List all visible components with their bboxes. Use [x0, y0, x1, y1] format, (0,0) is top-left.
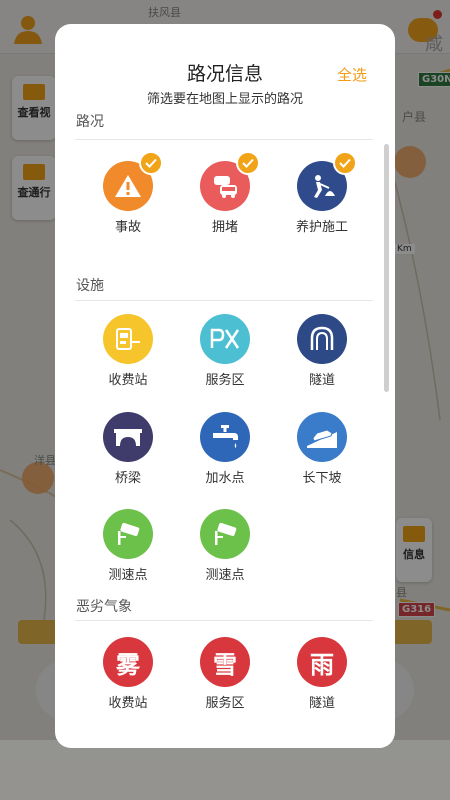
filter-item-label: 隧道	[308, 696, 335, 711]
filter-item-label: 收费站	[108, 373, 148, 388]
filter-item-label: 服务区	[205, 696, 245, 711]
snow-glyph: 雪	[213, 649, 237, 679]
dialog-subtitle: 筛选要在地图上显示的路况	[146, 92, 303, 107]
filter-item-service-area[interactable]: 服务区	[175, 314, 275, 390]
rain-icon: 雨	[297, 637, 347, 687]
toll-station-icon	[103, 314, 153, 364]
filter-item-tunnel[interactable]: 隧道	[272, 314, 372, 390]
filter-item-label: 测速点	[205, 568, 245, 583]
filter-item-long-downhill[interactable]: 长下坡	[272, 412, 372, 488]
water-tap-icon	[200, 412, 250, 462]
filter-item-label: 养护施工	[295, 220, 348, 235]
speed-camera-icon	[103, 509, 153, 559]
select-all-button[interactable]: 全选	[337, 65, 367, 85]
road-info-dialog: 路况信息 全选 筛选要在地图上显示的路况 路况 事故 拥堵 养护施工 设施 收费…	[55, 24, 395, 748]
filter-item-rain[interactable]: 雨 隧道	[272, 637, 372, 713]
service-area-icon	[200, 314, 250, 364]
section-title-severe-weather: 恶劣气象	[76, 599, 132, 615]
filter-item-label: 收费站	[108, 696, 148, 711]
traffic-jam-icon	[200, 151, 260, 211]
filter-item-label: 长下坡	[302, 471, 342, 486]
filter-item-speed-camera[interactable]: 测速点	[175, 509, 275, 585]
filter-item-label: 服务区	[205, 373, 245, 388]
checkmark-icon	[333, 151, 357, 175]
filter-item-label: 隧道	[308, 373, 335, 388]
filter-item-accident[interactable]: 事故	[78, 151, 178, 237]
fog-icon: 雾	[103, 637, 153, 687]
divider	[75, 620, 373, 621]
road-construction-icon	[297, 151, 357, 211]
tunnel-icon	[297, 314, 347, 364]
section-title-facilities: 设施	[76, 278, 104, 294]
filter-item-toll-station[interactable]: 收费站	[78, 314, 178, 390]
filter-item-label: 事故	[114, 220, 141, 235]
filter-item-construction[interactable]: 养护施工	[272, 151, 372, 237]
filter-item-label: 桥梁	[114, 471, 141, 486]
checkmark-icon	[139, 151, 163, 175]
accident-warning-icon	[103, 151, 163, 211]
fog-glyph: 雾	[116, 649, 140, 679]
filter-item-fog[interactable]: 雾 收费站	[78, 637, 178, 713]
snow-icon: 雪	[200, 637, 250, 687]
filter-item-bridge[interactable]: 桥梁	[78, 412, 178, 488]
filter-item-water-point[interactable]: 加水点	[175, 412, 275, 488]
rain-glyph: 雨	[310, 649, 334, 679]
filter-item-label: 测速点	[108, 568, 148, 583]
scrollbar[interactable]	[384, 144, 389, 392]
bottom-bar	[0, 740, 450, 800]
bridge-icon	[103, 412, 153, 462]
filter-item-snow[interactable]: 雪 服务区	[175, 637, 275, 713]
filter-item-label: 加水点	[205, 471, 245, 486]
divider	[75, 139, 373, 140]
filter-item-speed-camera[interactable]: 测速点	[78, 509, 178, 585]
checkmark-icon	[236, 151, 260, 175]
filter-item-label: 拥堵	[211, 220, 238, 235]
speed-camera-icon	[200, 509, 250, 559]
section-title-traffic: 路况	[76, 114, 104, 130]
downhill-slope-icon	[297, 412, 347, 462]
filter-item-congestion[interactable]: 拥堵	[175, 151, 275, 237]
divider	[75, 300, 373, 301]
